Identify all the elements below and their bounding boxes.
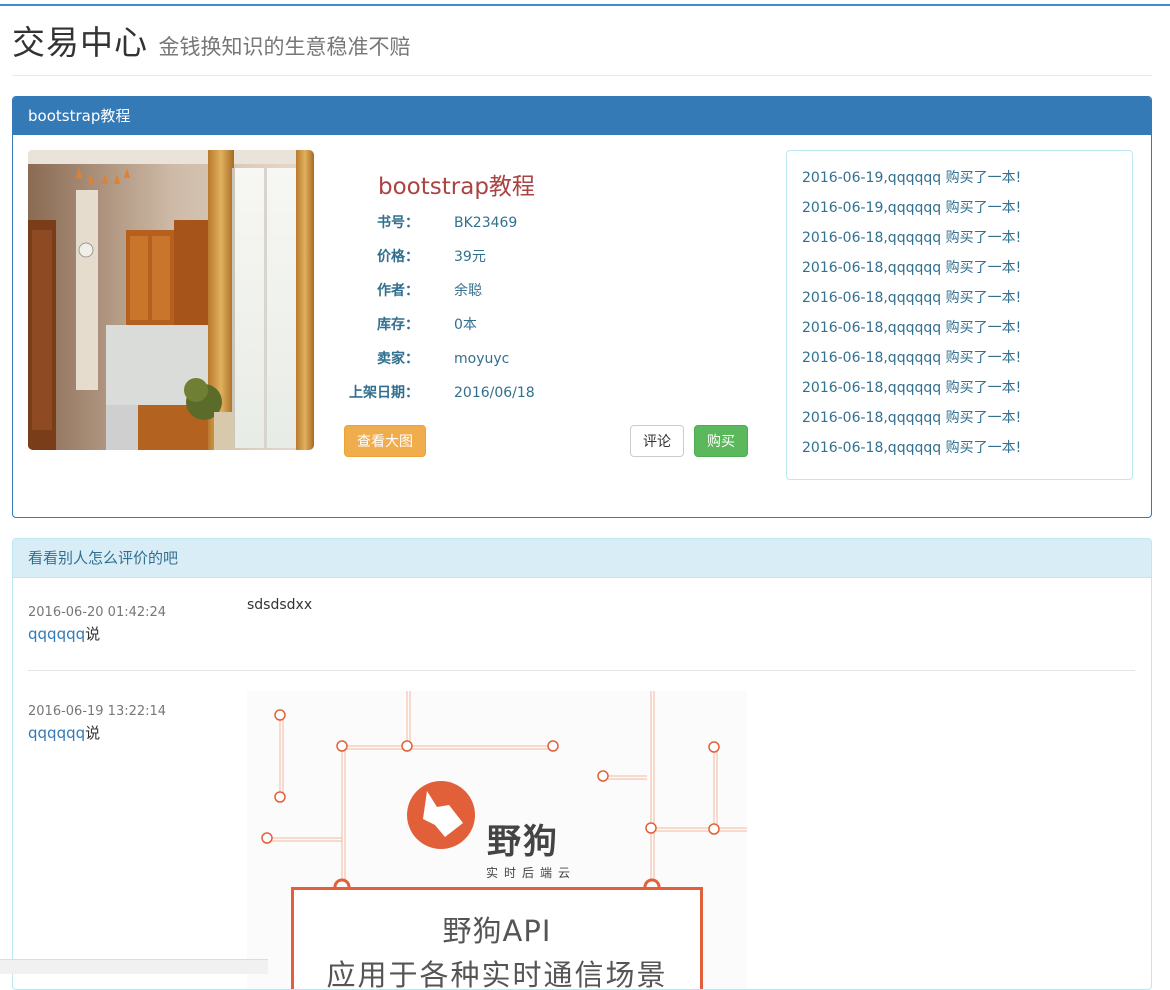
purchase-log-item: 2016-06-19,qqqqqq 购买了一本! [802, 200, 1022, 216]
top-accent-line [0, 4, 1170, 6]
kitchen-image [28, 150, 314, 450]
price-value: 39元 [454, 249, 486, 265]
purchase-log-item: 2016-06-18,qqqqqq 购买了一本! [802, 230, 1022, 246]
isbn-label: 书号： [377, 215, 419, 231]
ad-tagline: 应用于各种实时通信场景 [326, 958, 668, 990]
comment-date: 2016-06-20 01:42:24 [28, 605, 167, 620]
comment-author: qqqqqq说 [28, 623, 100, 644]
info-row-stock: 库存： 0本 [343, 314, 477, 336]
comments-panel: 看看别人怎么评价的吧 2016-06-20 01:42:24 qqqqqq说 s… [12, 538, 1152, 990]
isbn-value: BK23469 [454, 215, 518, 231]
info-row-author: 作者： 余聪 [343, 280, 482, 302]
purchase-log-item: 2016-06-18,qqqqqq 购买了一本! [802, 350, 1022, 366]
comment-user-link[interactable]: qqqqqq [28, 625, 85, 643]
author-label: 作者： [377, 283, 419, 299]
comment-text: sdsdsdxx [247, 597, 313, 613]
page-header: 交易中心 金钱换知识的生意稳准不赔 [12, 16, 410, 64]
comment-divider [28, 670, 1135, 671]
comment-author: qqqqqq说 [28, 722, 100, 743]
author-value: 余聪 [454, 283, 482, 299]
ad-logo-subtext: 实时后端云 [486, 866, 577, 880]
purchase-log-item: 2016-06-18,qqqqqq 购买了一本! [802, 440, 1022, 456]
purchase-log-item: 2016-06-18,qqqqqq 购买了一本! [802, 290, 1022, 306]
purchase-log-item: 2016-06-18,qqqqqq 购买了一本! [802, 260, 1022, 276]
info-row-date: 上架日期： 2016/06/18 [343, 382, 535, 404]
seller-label: 卖家： [377, 351, 419, 367]
ad-headline: 野狗API [442, 914, 552, 948]
info-row-isbn: 书号： BK23469 [343, 212, 517, 234]
purchase-log-item: 2016-06-18,qqqqqq 购买了一本! [802, 410, 1022, 426]
comment-user-link[interactable]: qqqqqq [28, 724, 85, 742]
stock-label: 库存： [377, 317, 419, 333]
comment-date: 2016-06-19 13:22:14 [28, 704, 167, 719]
comment-said-label: 说 [85, 625, 101, 643]
seller-value: moyuyc [454, 351, 510, 367]
view-large-image-button[interactable]: 查看大图 [344, 425, 426, 457]
header-divider [12, 75, 1152, 76]
page-title: 交易中心 [12, 23, 148, 62]
stock-value: 0本 [454, 317, 477, 333]
purchase-log: 2016-06-19,qqqqqq 购买了一本! 2016-06-19,qqqq… [786, 150, 1133, 480]
ad-card: 野狗API 应用于各种实时通信场景 [291, 887, 703, 990]
listing-date-label: 上架日期： [349, 385, 419, 401]
purchase-log-item: 2016-06-18,qqqqqq 购买了一本! [802, 380, 1022, 396]
book-panel-heading: bootstrap教程 [13, 97, 1151, 135]
buy-button[interactable]: 购买 [694, 425, 748, 457]
purchase-log-item: 2016-06-19,qqqqqq 购买了一本! [802, 170, 1022, 186]
page-subtitle: 金钱换知识的生意稳准不赔 [158, 35, 411, 59]
info-row-seller: 卖家： moyuyc [343, 348, 509, 370]
price-label: 价格： [377, 249, 419, 265]
comments-panel-heading: 看看别人怎么评价的吧 [13, 539, 1151, 578]
comment-ad-image: 野狗 实时后端云 野狗API 应用于各种实时通信场景 [247, 691, 747, 990]
comment-said-label: 说 [85, 724, 101, 742]
book-cover-image[interactable] [28, 150, 314, 450]
listing-date-value: 2016/06/18 [454, 385, 535, 401]
purchase-log-item: 2016-06-18,qqqqqq 购买了一本! [802, 320, 1022, 336]
comment-button[interactable]: 评论 [630, 425, 684, 457]
info-row-price: 价格： 39元 [343, 246, 486, 268]
horizontal-scrollbar[interactable] [0, 959, 268, 974]
book-title: bootstrap教程 [378, 174, 535, 200]
ad-logo-text: 野狗 [487, 822, 559, 862]
book-panel: bootstrap教程 bootstrap教程 书号： BK23469 价格： … [12, 96, 1152, 518]
